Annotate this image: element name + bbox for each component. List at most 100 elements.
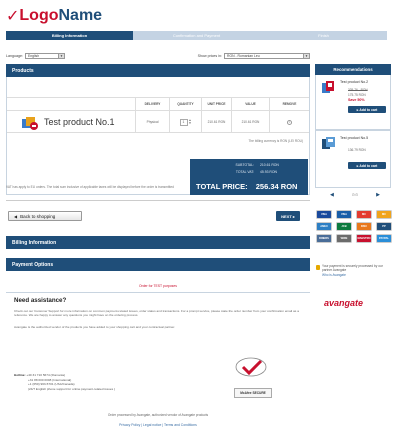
- back-button-label: Back to shopping: [20, 213, 56, 219]
- order-purpose-note: Order for TEST purposes: [139, 284, 177, 288]
- add-to-cart-button[interactable]: ▸ Add to cart: [348, 162, 386, 169]
- payment-card-logo-icon: MC: [356, 210, 372, 219]
- assistance-section: Need assistance? Check out our Customer …: [6, 292, 310, 427]
- logo[interactable]: ✓ Logo Name: [6, 6, 102, 26]
- payment-card-logo-icon: VISA: [336, 210, 352, 219]
- lock-icon: [316, 265, 320, 270]
- col-quantity: QUANTITY: [169, 98, 201, 112]
- recommendation-price: 136.79 RON: [348, 148, 366, 152]
- recommendation-name[interactable]: Test product No.5: [340, 136, 390, 140]
- pager-dots[interactable]: ⊙⊙: [352, 192, 359, 198]
- hotline-1: +40 31 710 5674 (Romania): [26, 373, 66, 377]
- payment-card-logo-icon: PP: [376, 222, 392, 231]
- total-price: TOTAL PRICE: 256.34 RON: [196, 182, 297, 191]
- logo-text-first: Logo: [19, 7, 59, 24]
- product-box-icon: [322, 81, 334, 93]
- quantity-stepper-icon[interactable]: ▲ ▼: [189, 119, 192, 125]
- col-value: VALUE: [231, 98, 269, 112]
- pager-next-icon[interactable]: ▶: [376, 192, 380, 198]
- add-to-cart-label: Add to cart: [359, 107, 378, 112]
- recommendations-pager: ◀ ⊙⊙ ▶: [330, 192, 380, 198]
- product-delivery: Physical: [135, 111, 169, 133]
- payment-card-logo-icon: VISA: [316, 210, 332, 219]
- step-finish: Finish: [260, 31, 387, 40]
- cart-icon: ▸: [356, 163, 359, 168]
- chevron-down-icon: ▼: [58, 54, 64, 58]
- language-label: Language:: [6, 54, 23, 58]
- currency-value: RON - Romanian Leu: [227, 54, 260, 58]
- remove-cell: ×: [269, 111, 309, 133]
- payment-options-header[interactable]: Payment Options: [6, 258, 310, 271]
- hotline-title: Hotline:: [14, 373, 26, 377]
- total-label: TOTAL PRICE:: [196, 182, 248, 191]
- secure-payment-note: Your payment is securely processed by ou…: [316, 264, 392, 277]
- logo-text-second: Name: [58, 7, 103, 24]
- recommendation-item: Test product No.2 335.76 - RON 175.75 RO…: [315, 75, 391, 130]
- recommendation-old-price: 335.76 - RON: [348, 88, 368, 92]
- col-delivery: DELIVERY: [135, 98, 169, 112]
- billing-information-header[interactable]: Billing Information: [6, 236, 310, 249]
- language-value: English: [28, 54, 40, 58]
- secure-text: Your payment is securely processed by ou…: [322, 264, 383, 273]
- divider: [6, 200, 310, 201]
- recommendation-item: Test product No.5 136.79 RON ▸ Add to car…: [315, 130, 391, 188]
- recommendation-name[interactable]: Test product No.2: [340, 80, 390, 84]
- order-processed-note: Order processed by Avangate, authorized …: [107, 413, 209, 417]
- products-header: Products: [6, 64, 310, 77]
- recommendation-price: 175.75 RON: [348, 93, 366, 97]
- logo-checkmark-icon: ✓: [6, 6, 20, 25]
- col-unit-price: UNIT PRICE: [201, 98, 231, 112]
- payment-card-logo-icon: PAYPAL: [376, 234, 392, 243]
- vendor-text: Avangate is the authorized vendor of the…: [14, 325, 176, 329]
- vat-label: TOTAL VAT:: [235, 170, 254, 174]
- checkout-steps: Billing Information Confirmation and Pay…: [6, 31, 387, 40]
- billing-currency-note: The billing currency is RON (LEI ROU): [248, 139, 303, 143]
- hotline-block: Hotline: +40 31 710 5674 (Romania) +31 8…: [14, 373, 115, 392]
- avangate-logo: avangate: [324, 298, 364, 308]
- payment-card-logo-icon: MC: [376, 210, 392, 219]
- quantity-input[interactable]: 1: [179, 118, 188, 126]
- payment-card-logo-icon: JCB: [336, 222, 352, 231]
- next-button[interactable]: NEXT ▸: [276, 211, 300, 221]
- price-currency-label: Show prices in:: [197, 54, 222, 58]
- currency-select[interactable]: RON - Romanian Leu ▼: [224, 53, 310, 59]
- hotline-3: +1 (650) 963-5701 (USA/Canada): [28, 382, 75, 387]
- assistance-text: Check out our Customer Support for more …: [14, 309, 299, 318]
- payment-card-logo-icon: WIRE: [336, 234, 352, 243]
- recommendations-sidebar: Recommendations: [315, 64, 391, 75]
- hotline-4: (24/7 English phone support for online p…: [28, 386, 116, 391]
- add-to-cart-label: Add to cart: [359, 163, 378, 168]
- assistance-title: Need assistance?: [14, 297, 67, 304]
- payment-cards-grid: VISA VISA MC MC AMEX JCB DISC PP DINERS WIRE MAEST…: [316, 210, 392, 243]
- step-confirmation: Confirmation and Payment: [133, 31, 260, 40]
- totals-box: SUBTOTAL: 210.61 RON TOTAL VAT: 45.93 RO…: [190, 159, 308, 195]
- product-unit-price: 210.61 RON: [201, 111, 231, 133]
- payment-card-logo-icon: DISC: [356, 222, 372, 231]
- back-to-shopping-button[interactable]: ◀ Back to shopping: [8, 211, 82, 221]
- add-to-cart-button[interactable]: ▸ Add to cart: [348, 106, 386, 113]
- total-value: 256.34 RON: [255, 182, 298, 191]
- preferences-row: Language: English ▼ Show prices in: RON …: [6, 52, 310, 60]
- subtotal-label: SUBTOTAL:: [235, 163, 254, 167]
- product-row: Test product No.1 Physical 1 ▲ ▼ 210.61 R…: [7, 111, 309, 133]
- who-is-avangate-link[interactable]: Who is Avangate: [322, 273, 346, 277]
- subtotal-value: 210.61 RON: [260, 163, 279, 167]
- vat-value: 45.93 RON: [260, 170, 277, 174]
- quantity-cell: 1 ▲ ▼: [169, 111, 201, 133]
- footer-links[interactable]: Privacy Policy | Legal notice | Terms an…: [6, 423, 310, 427]
- product-name[interactable]: Test product No.1: [44, 117, 115, 127]
- products-box: DELIVERY QUANTITY UNIT PRICE VALUE REMOV…: [6, 77, 310, 195]
- pager-prev-icon[interactable]: ◀: [330, 192, 334, 198]
- payment-card-logo-icon: MAESTRO: [356, 234, 372, 243]
- payment-card-logo-icon: DINERS: [316, 234, 332, 243]
- recommendation-save: Save 50%: [348, 98, 365, 102]
- language-select[interactable]: English ▼: [25, 53, 65, 59]
- mcafee-secure-badge[interactable]: McAfee SECURE: [234, 388, 272, 398]
- remove-icon[interactable]: ×: [287, 119, 292, 125]
- chevron-down-icon: ▼: [303, 54, 309, 58]
- products-table-header: DELIVERY QUANTITY UNIT PRICE VALUE REMOV…: [7, 97, 309, 112]
- product-box-icon: [322, 137, 335, 149]
- vat-note: VAT has apply to EU orders. The total su…: [6, 185, 174, 189]
- cart-icon: ▸: [356, 107, 359, 112]
- product-box-icon: [22, 117, 38, 130]
